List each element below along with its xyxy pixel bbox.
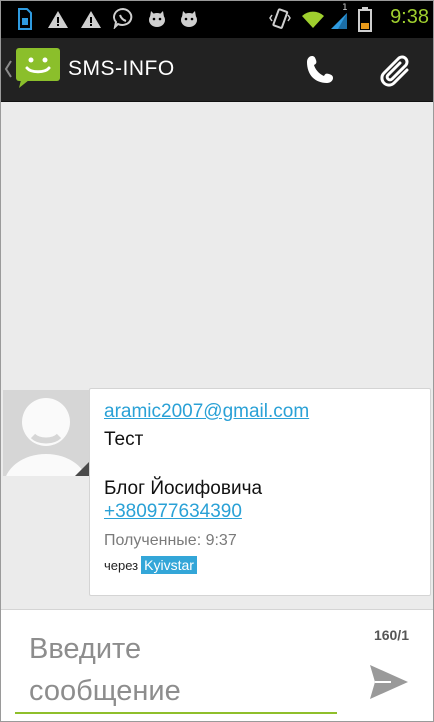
vibrate-icon bbox=[269, 8, 291, 29]
send-icon bbox=[370, 665, 408, 699]
cat-icon bbox=[181, 11, 197, 27]
sim-card-icon bbox=[18, 8, 32, 30]
warning-icon bbox=[81, 11, 101, 28]
carrier-badge: Kyivstar bbox=[141, 556, 197, 574]
warning-icon bbox=[48, 11, 68, 28]
phone-icon bbox=[307, 56, 333, 83]
app-title: SMS-INFO bbox=[68, 57, 175, 80]
received-timestamp: Полученные: 9:37 bbox=[104, 532, 237, 549]
chevron-left-icon[interactable] bbox=[4, 60, 12, 78]
phone-screen: 1 9:38 SMS-INFO aramic2007@gmail.com Тес… bbox=[0, 0, 434, 722]
sms-app-logo[interactable] bbox=[15, 47, 61, 89]
battery-icon bbox=[358, 7, 372, 32]
via-label: через bbox=[104, 558, 139, 573]
avatar[interactable] bbox=[3, 390, 89, 476]
send-button[interactable] bbox=[367, 662, 411, 702]
call-button[interactable] bbox=[297, 48, 343, 92]
message-input[interactable]: Введите сообщение bbox=[15, 620, 337, 714]
attach-button[interactable] bbox=[373, 48, 419, 92]
wifi-icon bbox=[302, 11, 324, 28]
conversation-area[interactable]: aramic2007@gmail.com Тест Блог Йосифович… bbox=[1, 102, 433, 609]
action-bar: SMS-INFO bbox=[1, 38, 433, 102]
message-text-line1: Тест bbox=[104, 429, 144, 450]
via-line: через Kyivstar bbox=[104, 556, 197, 574]
message-item[interactable]: aramic2007@gmail.com Тест Блог Йосифович… bbox=[1, 388, 433, 598]
viber-icon bbox=[113, 7, 133, 29]
composer: Введите сообщение 160/1 bbox=[1, 609, 433, 721]
status-time: 9:38 bbox=[390, 6, 429, 28]
phone-number-link[interactable]: +380977634390 bbox=[104, 501, 242, 523]
sender-email-link[interactable]: aramic2007@gmail.com bbox=[104, 401, 309, 423]
message-input-placeholder: Введите сообщение bbox=[29, 633, 181, 707]
cat-icon bbox=[149, 11, 165, 27]
message-text-line2: Блог Йосифовича bbox=[104, 478, 263, 499]
paperclip-icon bbox=[380, 55, 409, 87]
character-counter: 160/1 bbox=[373, 627, 409, 643]
contact-placeholder-icon bbox=[3, 390, 89, 476]
status-bar: 1 9:38 bbox=[1, 1, 433, 38]
message-bubble[interactable]: aramic2007@gmail.com Тест Блог Йосифович… bbox=[89, 388, 431, 596]
signal-icon bbox=[331, 13, 347, 29]
